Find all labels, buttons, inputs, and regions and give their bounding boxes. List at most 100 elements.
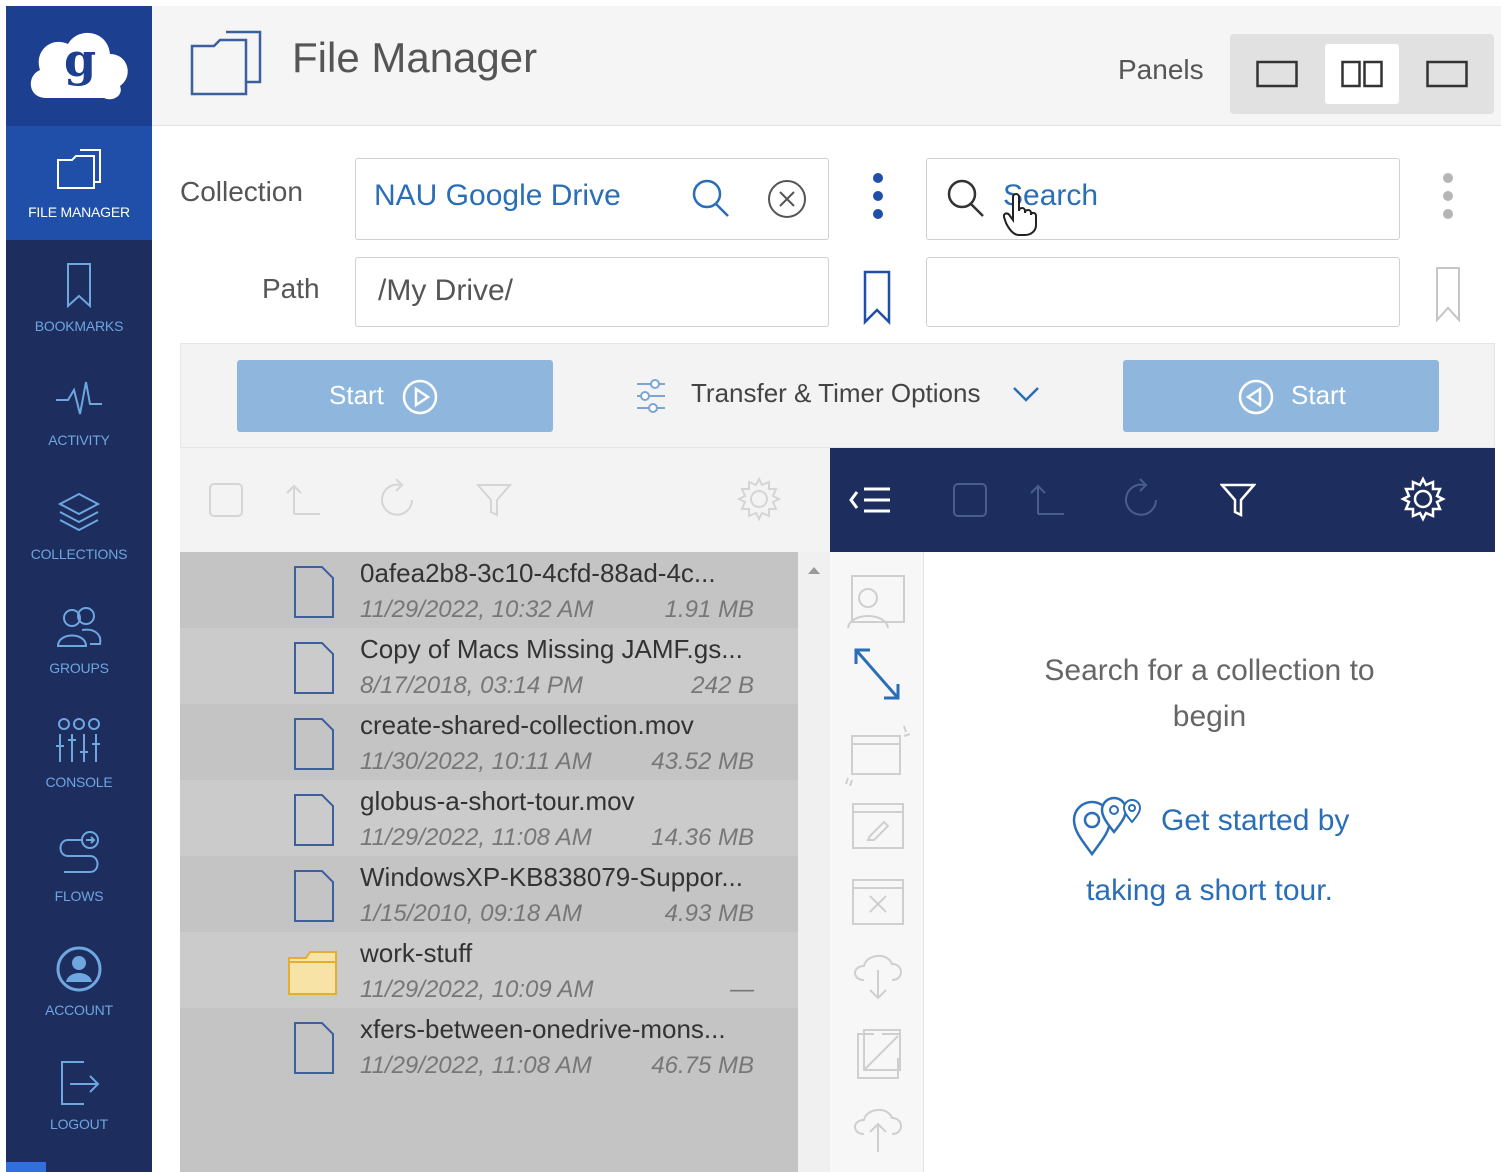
collection-field[interactable]: NAU Google Drive (355, 158, 829, 240)
file-name: WindowsXP-KB838079-Suppor... (360, 862, 743, 892)
console-icon (56, 718, 100, 762)
path-value: /My Drive/ (378, 274, 513, 307)
start-transfer-reverse-button[interactable]: Start (1123, 360, 1439, 432)
start-transfer-button[interactable]: Start (237, 360, 553, 432)
page-title: File Manager (292, 34, 538, 81)
nav-bookmarks[interactable]: BOOKMARKS (6, 240, 152, 354)
nav-label: LOGOUT (50, 1116, 108, 1132)
file-icon (294, 718, 334, 770)
nav-file-manager[interactable]: FILE MANAGER (6, 126, 152, 240)
sidebar-indicator (6, 1162, 46, 1172)
upload-icon[interactable] (850, 1102, 906, 1154)
groups-icon (56, 607, 102, 647)
globus-logo[interactable]: g (6, 6, 152, 126)
nav-label: BOOKMARKS (34, 318, 124, 334)
single-panel-right-icon (1426, 60, 1468, 88)
select-all-checkbox[interactable] (952, 482, 988, 518)
gear-icon[interactable] (1400, 476, 1446, 522)
list-item[interactable]: work-stuff 11/29/2022, 10:09 AM — (180, 932, 798, 1008)
search-icon (947, 179, 984, 217)
single-panel-button[interactable] (1240, 44, 1314, 104)
action-column (830, 552, 924, 1172)
delete-icon[interactable] (850, 876, 906, 928)
file-date: 11/29/2022, 11:08 AM (360, 1052, 592, 1079)
filter-icon[interactable] (1220, 482, 1256, 518)
scrollbar[interactable] (798, 552, 830, 1172)
search-icon[interactable] (690, 177, 732, 219)
header: File Manager Panels (152, 6, 1501, 126)
bookmark-icon[interactable] (862, 270, 892, 326)
right-search-field[interactable]: Search (926, 158, 1400, 240)
nav-flows[interactable]: FLOWS (6, 810, 152, 924)
dual-panel-button[interactable] (1325, 44, 1399, 104)
chevron-down-icon[interactable] (1011, 384, 1041, 404)
transfer-arrow-icon[interactable] (850, 644, 904, 706)
select-all-checkbox[interactable] (208, 482, 244, 518)
refresh-icon[interactable] (1122, 476, 1164, 522)
account-icon (56, 946, 102, 992)
list-item[interactable]: globus-a-short-tour.mov 11/29/2022, 11:0… (180, 780, 798, 856)
nav-label: FILE MANAGER (28, 204, 130, 220)
download-icon[interactable] (850, 950, 906, 1002)
file-date: 11/29/2022, 10:09 AM (360, 976, 594, 1003)
cloud-logo-icon: g (30, 32, 128, 100)
nav-label: GROUPS (49, 660, 109, 676)
path-field[interactable]: /My Drive/ (355, 257, 829, 327)
open-external-icon[interactable] (850, 1026, 906, 1082)
sliders-icon (637, 379, 665, 413)
file-icon (294, 870, 334, 922)
nav-console[interactable]: CONSOLE (6, 696, 152, 810)
more-options-icon[interactable] (1436, 172, 1460, 224)
folder-icon (57, 149, 101, 189)
empty-state-message: Search for a collection to begin (1044, 654, 1375, 733)
file-icon (294, 794, 334, 846)
rename-icon[interactable] (850, 800, 906, 852)
layers-icon (57, 492, 101, 532)
sidebar: g FILE MANAGER BOOKMARKS ACTIVITY COLLEC… (6, 6, 152, 1172)
collapse-panel-icon[interactable] (848, 484, 894, 516)
panels-toggle-group (1230, 34, 1494, 114)
left-toolbar (180, 448, 830, 552)
up-folder-icon[interactable] (1028, 480, 1066, 518)
nav-collections[interactable]: COLLECTIONS (6, 468, 152, 582)
tour-link[interactable]: taking a short tour. (924, 874, 1495, 908)
scroll-up-arrow-icon[interactable] (806, 564, 822, 576)
list-item[interactable]: Copy of Macs Missing JAMF.gs... 8/17/201… (180, 628, 798, 704)
gear-icon[interactable] (736, 476, 782, 522)
more-options-icon[interactable] (864, 170, 892, 226)
bookmark-icon[interactable] (1434, 266, 1462, 324)
share-icon[interactable] (842, 574, 908, 630)
list-item[interactable]: WindowsXP-KB838079-Suppor... 1/15/2010, … (180, 856, 798, 932)
bookmark-icon (67, 263, 91, 309)
panels-label: Panels (1118, 54, 1204, 85)
new-folder-icon[interactable] (844, 722, 914, 786)
nav-label: FLOWS (54, 888, 104, 904)
nav-label: ACTIVITY (48, 432, 110, 448)
start-label: Start (1291, 380, 1346, 410)
list-item[interactable]: 0afea2b8-3c10-4cfd-88ad-4c... 11/29/2022… (180, 552, 798, 628)
file-icon (294, 566, 334, 618)
list-item[interactable]: create-shared-collection.mov 11/30/2022,… (180, 704, 798, 780)
list-item[interactable]: xfers-between-onedrive-mons... 11/29/202… (180, 1008, 798, 1084)
logout-icon (61, 1061, 100, 1105)
right-panel-button[interactable] (1410, 44, 1484, 104)
up-folder-icon[interactable] (284, 480, 322, 518)
nav-account[interactable]: ACCOUNT (6, 924, 152, 1038)
file-name: globus-a-short-tour.mov (360, 786, 635, 816)
dual-panel-icon (1341, 60, 1383, 88)
file-date: 8/17/2018, 03:14 PM (360, 672, 583, 699)
folder-name: work-stuff (360, 938, 473, 968)
nav-groups[interactable]: GROUPS (6, 582, 152, 696)
clear-icon[interactable] (766, 178, 808, 220)
nav-activity[interactable]: ACTIVITY (6, 354, 152, 468)
tour-link[interactable]: Get started by (1161, 804, 1349, 838)
nav-logout[interactable]: LOGOUT (6, 1038, 152, 1152)
start-label: Start (329, 380, 384, 410)
file-name: create-shared-collection.mov (360, 710, 694, 740)
refresh-icon[interactable] (378, 476, 420, 522)
right-path-field[interactable] (926, 257, 1400, 327)
transfer-options-toggle[interactable]: Transfer & Timer Options (691, 378, 980, 409)
nav-label: COLLECTIONS (30, 546, 128, 562)
right-toolbar (830, 448, 1495, 552)
filter-icon[interactable] (476, 482, 512, 518)
